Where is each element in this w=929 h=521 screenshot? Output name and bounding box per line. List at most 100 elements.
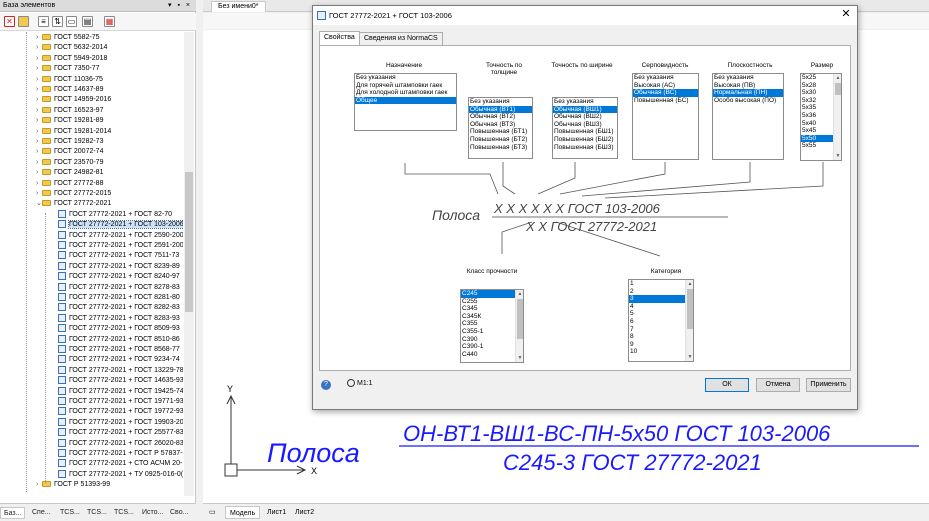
tree-item-standard[interactable]: ГОСТ 27772-2021 + ГОСТ 8510-86 [52,334,180,345]
list-scrollbar[interactable]: ▲ ▼ [515,290,523,362]
tab-properties[interactable]: Свойства [319,31,360,45]
tree-item-standard[interactable]: ГОСТ 27772-2021 + ГОСТ 19772-93 [52,407,183,417]
ok-button[interactable]: ОК [705,378,749,392]
tree-item-standard[interactable]: ГОСТ 27772-2021 + ТУ 0925-016-0( [52,469,183,480]
list-option[interactable]: 5 [629,310,693,318]
tree-folder[interactable]: › ГОСТ Р 51393-99 [36,480,110,490]
tree-item-standard[interactable]: ГОСТ 27772-2021 + ГОСТ 14635-93 [52,376,183,386]
tab-normacs[interactable]: Сведения из NormaCS [359,32,443,45]
tree-item-standard[interactable]: ГОСТ 27772-2021 + ГОСТ Р 57837- [52,449,183,459]
list-option[interactable]: 8 [629,333,693,341]
filter-icon[interactable]: ⇅ [52,16,63,27]
list-option[interactable]: Без указания [713,74,783,82]
tree-item-standard[interactable]: ГОСТ 27772-2021 + ГОСТ 2591-200 [52,241,183,251]
zoom-icon[interactable] [347,379,355,387]
tree-scrollbar[interactable] [184,32,194,496]
sheet-list-icon[interactable]: ▭ [205,506,221,519]
list-option[interactable]: С255 [461,298,523,306]
list-option[interactable]: Высокая (АС) [633,82,698,90]
list-option[interactable]: Повышенная (БТ2) [469,136,532,144]
panel-header-controls[interactable]: ▾ ▪ × [168,1,192,9]
tree-item-standard[interactable]: ГОСТ 27772-2021 + ГОСТ 82-70 [52,209,172,220]
bottom-tab-5[interactable]: Исто... [139,507,166,519]
properties-icon[interactable]: ≡ [38,16,49,27]
tree-folder[interactable]: › ГОСТ 24982-81 [36,168,103,178]
list-scrollbar[interactable]: ▲ ▼ [685,280,693,361]
scroll-up-icon[interactable]: ▲ [516,290,523,298]
tree-item-standard[interactable]: ГОСТ 27772-2021 + ГОСТ 8240-97 [52,272,180,282]
list-option[interactable]: 4 [629,303,693,311]
scroll-thumb[interactable] [687,289,693,329]
tree-folder[interactable]: › ГОСТ 11036-75 [36,75,103,85]
list-option[interactable]: Нормальная (ПН) [713,89,783,97]
dialog-titlebar[interactable]: ГОСТ 27772-2021 + ГОСТ 103-2006 ✕ [313,6,857,25]
sheet-tab-2[interactable]: Лист2 [291,506,318,519]
list-option[interactable]: Высокая (ПВ) [713,82,783,90]
tree-folder[interactable]: › ГОСТ 19281-89 [36,116,103,126]
list-option[interactable]: 10 [629,348,693,356]
list-option[interactable]: Повышенная (БШ1) [553,128,617,136]
print-icon[interactable]: ▤ [82,16,93,27]
list-flatness[interactable]: Без указания Высокая (ПВ) Нормальная (ПН) О… [712,73,784,160]
tree-item-standard[interactable]: ГОСТ 27772-2021 + ГОСТ 19425-74 [52,386,183,397]
tree-folder[interactable]: › ГОСТ 20072-74 [36,147,103,157]
list-thickness-accuracy[interactable]: Без указания Обычная (ВТ1) Обычная (ВТ2) Об… [468,97,533,159]
document-tab[interactable]: Без имени0* [211,1,266,12]
scroll-thumb[interactable] [835,83,841,95]
list-option[interactable]: Для горячей штамповки гаек [355,82,456,90]
list-option[interactable]: Обычная (ВС) [633,89,698,97]
tree-item-standard[interactable]: ГОСТ 27772-2021 + ГОСТ 8283-93 [52,313,180,324]
bottom-tab-0[interactable]: Баз... [0,507,26,519]
bottom-tab-2[interactable]: TCS... [57,507,83,519]
list-option[interactable]: С440 [461,351,523,359]
tree-item-standard[interactable]: ГОСТ 27772-2021 + ГОСТ 103-2006 [52,220,183,230]
list-option[interactable]: Без указания [633,74,698,82]
list-option[interactable]: Без указания [469,98,532,106]
tree-item-standard[interactable]: ГОСТ 27772-2021 + ГОСТ 2590-200 [52,230,183,241]
tree-item-standard[interactable]: ГОСТ 27772-2021 + СТО АСЧМ 20- [52,459,182,469]
list-size[interactable]: 5x25 5x28 5x30 5x32 5x35 5x36 5x40 5x45 5x50 5x55… [800,73,842,161]
sheet-tab-model[interactable]: Модель [225,506,261,519]
list-option[interactable]: Обычная (ВТ1) [469,105,532,114]
list-option[interactable]: Общее [355,96,456,105]
close-icon[interactable]: ✕ [839,8,853,22]
list-option[interactable]: Обычная (ВШ2) [553,113,617,121]
tree-item-standard[interactable]: ГОСТ 27772-2021 + ГОСТ 13229-78 [52,365,183,376]
tree-folder[interactable]: › ГОСТ 23570-79 [36,158,103,168]
tree-item-standard[interactable]: ГОСТ 27772-2021 + ГОСТ 8239-89 [52,261,180,272]
apply-button[interactable]: Применить [806,378,851,392]
scroll-down-icon[interactable]: ▼ [834,152,841,160]
list-option[interactable]: Обычная (ВШ1) [553,105,617,114]
tree-folder[interactable]: › ГОСТ 7350-77 [36,64,100,74]
sheet-tab-1[interactable]: Лист1 [263,506,290,519]
tree-folder[interactable]: ⌄ ГОСТ 27772-2021 [36,199,111,209]
tree-item-standard[interactable]: ГОСТ 27772-2021 + ГОСТ 7511-73 [52,251,179,261]
tree-item-standard[interactable]: ГОСТ 27772-2021 + ГОСТ 19771-93 [52,397,183,407]
list-option[interactable]: Повышенная (БТ1) [469,128,532,136]
list-option[interactable]: Без указания [553,98,617,106]
list-option[interactable]: С345 [461,305,523,313]
scroll-thumb[interactable] [517,299,523,339]
folder-open-icon[interactable] [18,16,29,27]
list-option[interactable]: Повышенная (БШ3) [553,144,617,152]
list-option[interactable]: С355 [461,320,523,328]
tree-item-standard[interactable]: ГОСТ 27772-2021 + ГОСТ 9234-74 [52,355,180,365]
list-option[interactable]: С390 [461,336,523,344]
scroll-down-icon[interactable]: ▼ [516,354,523,362]
tree-folder[interactable]: › ГОСТ 19281-2014 [36,127,111,137]
list-option[interactable]: Обычная (ВШ3) [553,121,617,129]
bottom-tab-4[interactable]: TCS... [111,507,137,519]
bottom-tab-1[interactable]: Спе... [29,507,54,519]
bottom-tab-3[interactable]: TCS... [84,507,110,519]
list-option[interactable]: 7 [629,326,693,334]
list-option[interactable]: Для холодной штамповки гаек [355,89,456,97]
tree-item-standard[interactable]: ГОСТ 27772-2021 + ГОСТ 19903-20 [52,417,183,428]
list-strength-class[interactable]: С245 С255 С345 С345К С355 С355-1 С390 С390-1 С44… [460,289,524,363]
help-button[interactable]: ? [321,380,331,390]
drawing-designation[interactable]: Полоса ОН-ВТ1-ВШ1-ВС-ПН-5x50 ГОСТ 103-20… [267,421,919,475]
list-category[interactable]: 1 2 3 4 5 6 7 8 9 10 ▲ ▼ [628,279,694,362]
list-purpose[interactable]: Без указания Для горячей штамповки гаек Дл… [354,73,457,131]
list-option[interactable]: 1 [629,280,693,288]
copy-icon[interactable]: ▭ [66,16,77,27]
list-option[interactable]: Без указания [355,74,456,82]
